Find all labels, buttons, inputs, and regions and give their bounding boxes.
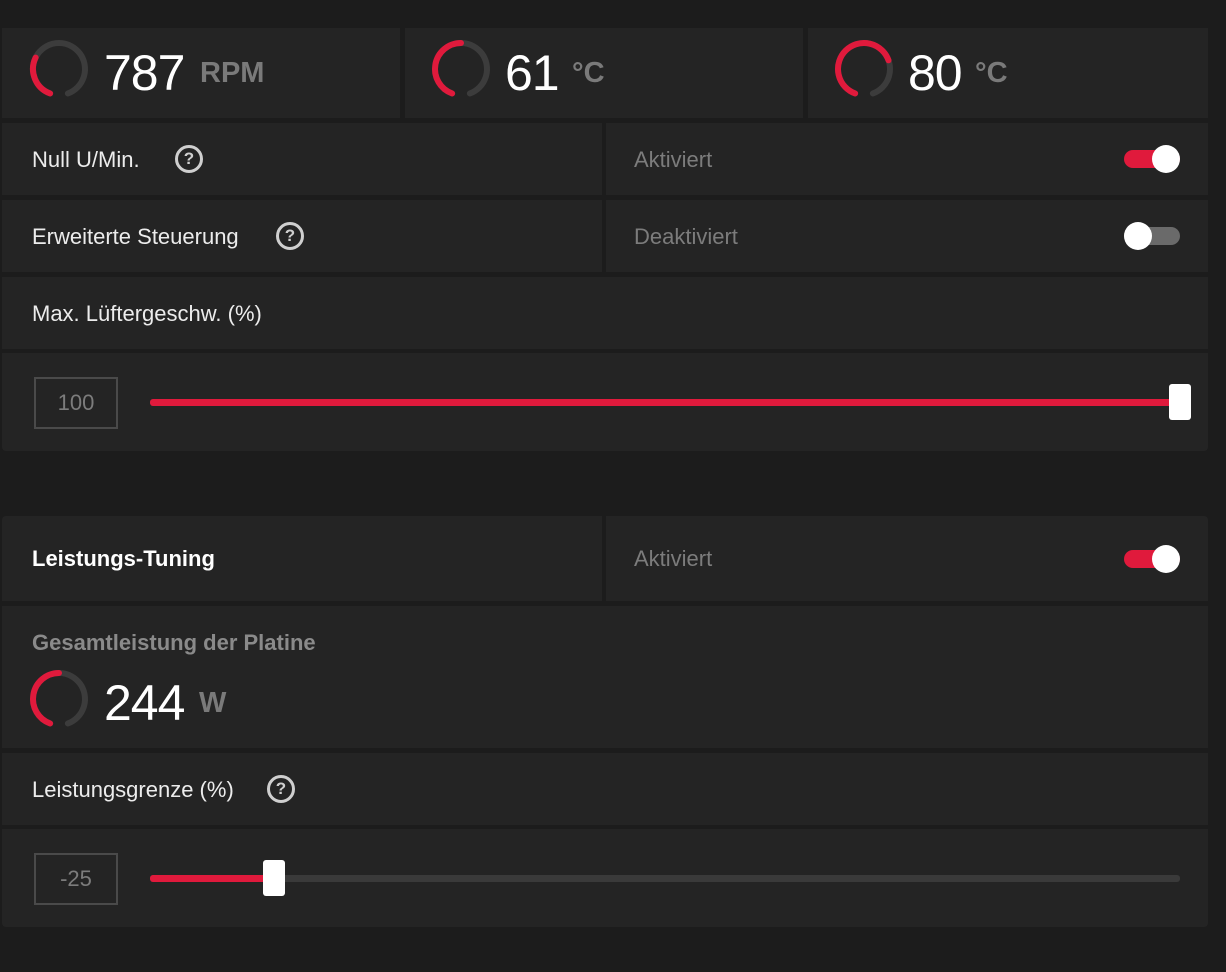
power-limit-label: Leistungsgrenze (%) <box>32 777 234 802</box>
power-limit-slider[interactable] <box>150 860 1180 896</box>
zero-rpm-label: Null U/Min. <box>32 147 140 172</box>
fan-speed-metric: 787 RPM <box>2 28 400 118</box>
slider-fill <box>150 399 1180 406</box>
help-icon[interactable]: ? <box>276 222 304 250</box>
max-fan-speed-header: Max. Lüftergeschw. (%) <box>2 277 1208 349</box>
board-power-panel: Gesamtleistung der Platine 244 W <box>2 606 1208 748</box>
advanced-control-label: Erweiterte Steuerung <box>32 224 239 249</box>
toggle-knob <box>1124 222 1152 250</box>
board-power-unit: W <box>199 687 227 719</box>
gpu-temperature-value: 61 <box>505 45 560 101</box>
help-icon[interactable]: ? <box>267 775 295 803</box>
gpu-temperature-unit: °C <box>572 57 605 89</box>
power-tuning-status: Aktiviert <box>634 546 713 571</box>
zero-rpm-toggle[interactable] <box>1124 144 1180 173</box>
power-limit-control: -25 <box>2 829 1208 927</box>
gpu-temperature-metric: 61 °C <box>405 28 803 118</box>
power-limit-input[interactable]: -25 <box>34 853 118 905</box>
fan-speed-unit: RPM <box>200 57 265 89</box>
board-power-value: 244 <box>104 675 185 731</box>
zero-rpm-toggle-cell: Aktiviert <box>606 123 1208 195</box>
toggle-knob <box>1152 145 1180 173</box>
gauge-arc <box>30 670 62 727</box>
junction-temperature-gauge-icon <box>835 40 893 97</box>
slider-thumb[interactable] <box>262 860 285 896</box>
gpu-temperature-gauge-icon <box>432 40 490 97</box>
max-fan-speed-input[interactable]: 100 <box>34 377 118 429</box>
zero-rpm-label-cell: Null U/Min. ? <box>2 123 602 195</box>
slider-fill <box>150 875 274 882</box>
power-tuning-label: Leistungs-Tuning <box>32 546 215 571</box>
junction-temperature-unit: °C <box>975 57 1008 89</box>
power-tuning-label-cell: Leistungs-Tuning <box>2 516 602 601</box>
board-power-gauge-icon <box>30 670 88 727</box>
slider-thumb[interactable] <box>1169 384 1191 420</box>
gauge-arc <box>432 40 464 97</box>
power-tuning-toggle-cell: Aktiviert <box>606 516 1208 601</box>
advanced-control-label-cell: Erweiterte Steuerung ? <box>2 200 602 272</box>
advanced-control-toggle-cell: Deaktiviert <box>606 200 1208 272</box>
board-power-label: Gesamtleistung der Platine <box>32 630 316 655</box>
max-fan-speed-label: Max. Lüftergeschw. (%) <box>32 301 262 326</box>
fan-speed-gauge-icon <box>30 40 88 97</box>
slider-rail <box>150 875 1180 882</box>
zero-rpm-status: Aktiviert <box>634 147 713 172</box>
power-tuning-toggle[interactable] <box>1124 544 1180 573</box>
toggle-knob <box>1152 545 1180 573</box>
power-limit-header: Leistungsgrenze (%) ? <box>2 753 1208 825</box>
junction-temperature-metric: 80 °C <box>808 28 1208 118</box>
fan-speed-value: 787 <box>104 45 185 101</box>
advanced-control-toggle[interactable] <box>1124 221 1180 250</box>
help-icon[interactable]: ? <box>175 145 203 173</box>
max-fan-speed-slider[interactable] <box>150 384 1191 420</box>
junction-temperature-value: 80 <box>908 45 963 101</box>
gauge-arc <box>30 54 54 97</box>
advanced-control-status: Deaktiviert <box>634 224 738 249</box>
max-fan-speed-control: 100 <box>2 353 1208 451</box>
